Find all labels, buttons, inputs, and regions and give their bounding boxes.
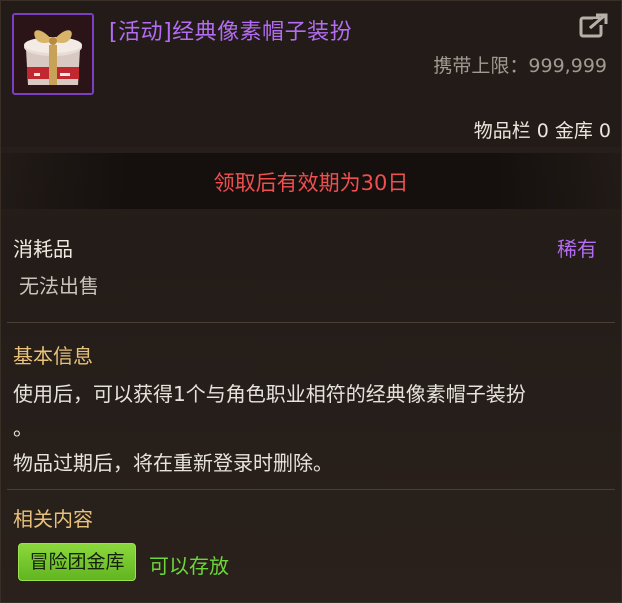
divider — [7, 489, 615, 490]
carry-limit: 携带上限：999,999 — [433, 55, 607, 77]
basic-info-line-3: 物品过期后，将在重新登录时删除。 — [13, 451, 333, 475]
divider — [7, 322, 615, 323]
basic-info-title: 基本信息 — [13, 344, 93, 368]
storage-count: 物品栏 0 金库 0 — [473, 120, 611, 142]
item-tooltip: [活动]经典像素帽子装扮 携带上限：999,999 物品栏 0 金库 0 领取后… — [0, 0, 622, 603]
basic-info-line-2: 。 — [13, 416, 33, 440]
gift-box-icon — [12, 13, 94, 95]
sell-status: 无法出售 — [19, 274, 99, 298]
expiry-text: 领取后有效期为30日 — [213, 171, 409, 195]
related-title: 相关内容 — [13, 507, 93, 531]
share-icon[interactable] — [579, 13, 609, 39]
item-name: [活动]经典像素帽子装扮 — [109, 20, 353, 45]
item-type: 消耗品 — [13, 237, 73, 261]
rarity-label: 稀有 — [557, 237, 597, 261]
vault-status: 可以存放 — [149, 554, 229, 578]
basic-info-line-1: 使用后，可以获得1个与角色职业相符的经典像素帽子装扮 — [13, 382, 526, 406]
adventure-vault-button[interactable]: 冒险团金库 — [18, 543, 136, 581]
